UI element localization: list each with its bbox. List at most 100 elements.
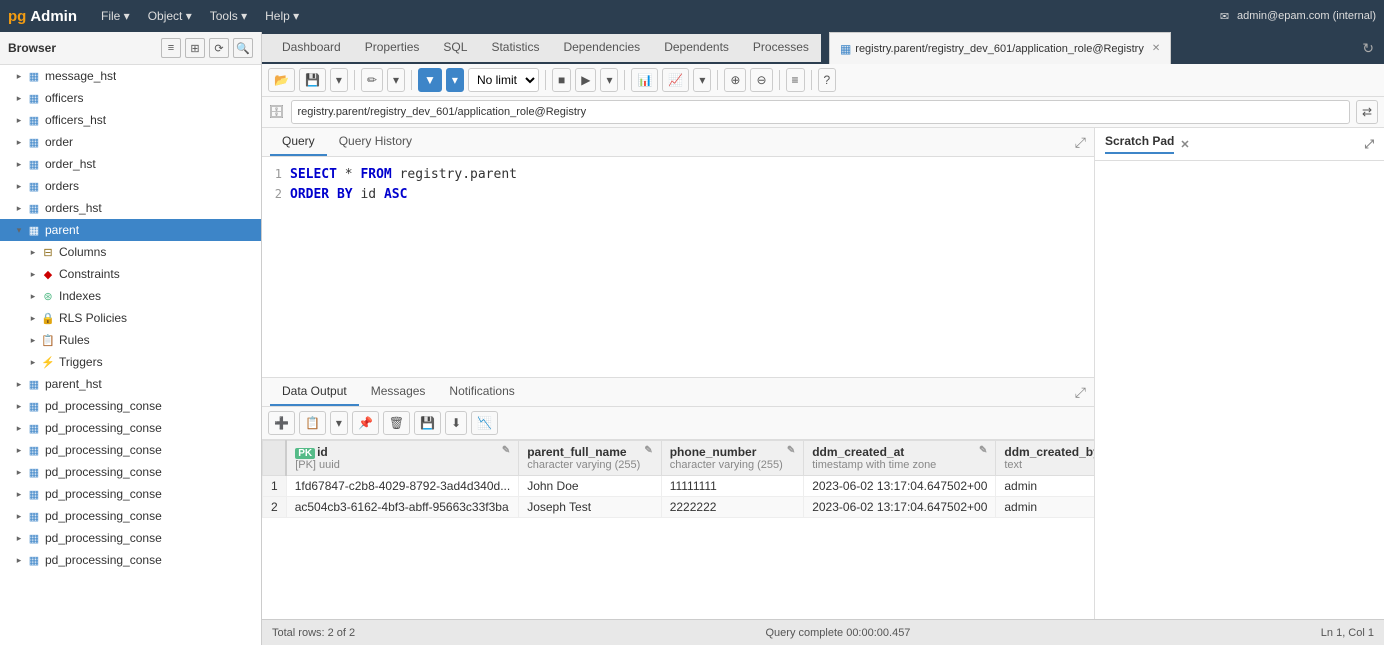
macros-btn[interactable]: ≡ — [786, 68, 805, 92]
tab-dependencies[interactable]: Dependencies — [551, 34, 652, 62]
tree-item-orders-hst[interactable]: ▦ orders_hst — [0, 197, 261, 219]
tab-processes[interactable]: Processes — [741, 34, 821, 62]
cell-dcb-1[interactable]: admin — [996, 476, 1094, 497]
scratch-pad-body[interactable] — [1095, 161, 1384, 619]
copy-dropdown-btn[interactable]: ▾ — [330, 411, 348, 435]
tree-item-pd1[interactable]: ▦ pd_processing_conse — [0, 395, 261, 417]
sidebar-search-btn[interactable]: 🔍 — [233, 38, 253, 58]
edit-icon-id[interactable]: ✎ — [502, 445, 510, 456]
query-tool-tab[interactable]: ▦ registry.parent/registry_dev_601/appli… — [829, 32, 1171, 64]
tab-dependents[interactable]: Dependents — [652, 34, 741, 62]
commit-btn[interactable]: ⊕ — [724, 68, 746, 92]
run-dropdown-btn[interactable]: ▾ — [600, 68, 618, 92]
tab-refresh-icon[interactable]: ↻ — [1362, 40, 1384, 57]
scratch-pad-close-btn[interactable]: ✕ — [1180, 138, 1189, 151]
tree-item-constraints[interactable]: ◆ Constraints — [0, 263, 261, 285]
menu-tools[interactable]: Tools ▾ — [202, 5, 255, 27]
cell-dca-2[interactable]: 2023-06-02 13:17:04.647502+00 — [804, 497, 996, 518]
scratch-pad-expand-btn[interactable]: ⤢ — [1364, 137, 1374, 152]
explain-dropdown-btn[interactable]: ▾ — [693, 68, 711, 92]
connection-switch-btn[interactable]: ⇄ — [1356, 100, 1378, 124]
query-tab-close[interactable]: ✕ — [1152, 43, 1160, 54]
menu-object[interactable]: Object ▾ — [140, 5, 200, 27]
user-info: ✉ admin@epam.com (internal) — [1220, 10, 1376, 23]
editor-expand-icon[interactable]: ⤢ — [1075, 134, 1086, 151]
cell-phone-1[interactable]: 11111111 — [661, 476, 804, 497]
tree-item-officers[interactable]: ▦ officers — [0, 87, 261, 109]
tree-item-columns[interactable]: ⊟ Columns — [0, 241, 261, 263]
tab-sql[interactable]: SQL — [431, 34, 479, 62]
paste-btn[interactable]: 📌 — [352, 411, 379, 435]
cell-pfn-1[interactable]: John Doe — [519, 476, 662, 497]
tree-arrow-indexes — [26, 289, 40, 303]
table-icon: ▦ — [26, 156, 42, 172]
results-expand-icon[interactable]: ⤢ — [1075, 384, 1086, 401]
delete-btn[interactable]: 🗑 — [383, 411, 410, 435]
chart-btn[interactable]: 📉 — [471, 411, 498, 435]
tree-item-officers-hst[interactable]: ▦ officers_hst — [0, 109, 261, 131]
edit-dropdown-btn[interactable]: ▾ — [387, 68, 405, 92]
limit-select[interactable]: No limit 10 50 100 500 — [468, 68, 539, 92]
tab-notifications[interactable]: Notifications — [437, 378, 526, 406]
rls-icon: 🔒 — [40, 310, 56, 326]
tab-dashboard[interactable]: Dashboard — [270, 34, 353, 62]
tree-item-orders[interactable]: ▦ orders — [0, 175, 261, 197]
tab-query-history[interactable]: Query History — [327, 128, 424, 156]
download-btn[interactable]: ⬇ — [445, 411, 467, 435]
cell-id-1[interactable]: 1fd67847-c2b8-4029-8792-3ad4d340d... — [286, 476, 519, 497]
cell-pfn-2[interactable]: Joseph Test — [519, 497, 662, 518]
tree-item-pd2[interactable]: ▦ pd_processing_conse — [0, 417, 261, 439]
edit-icon-pfn[interactable]: ✎ — [644, 445, 652, 456]
tab-messages[interactable]: Messages — [359, 378, 438, 406]
tree-item-message-hst[interactable]: ▦ message_hst — [0, 65, 261, 87]
tree-item-order[interactable]: ▦ order — [0, 131, 261, 153]
results-tabs: Data Output Messages Notifications ⤢ — [262, 378, 1094, 407]
cell-dca-1[interactable]: 2023-06-02 13:17:04.647502+00 — [804, 476, 996, 497]
rollback-btn[interactable]: ⊖ — [750, 68, 772, 92]
tree-item-pd5[interactable]: ▦ pd_processing_conse — [0, 483, 261, 505]
tab-properties[interactable]: Properties — [353, 34, 432, 62]
filter-btn[interactable]: ▼ — [418, 68, 442, 92]
sidebar-collapse-btn[interactable]: ≡ — [161, 38, 181, 58]
tree-item-pd3[interactable]: ▦ pd_processing_conse — [0, 439, 261, 461]
menu-file[interactable]: File ▾ — [93, 5, 138, 27]
explain-analyze-btn[interactable]: 📈 — [662, 68, 689, 92]
tree-item-parent-hst[interactable]: ▦ parent_hst — [0, 373, 261, 395]
tree-item-triggers[interactable]: ⚡ Triggers — [0, 351, 261, 373]
edit-btn[interactable]: ✏ — [361, 68, 383, 92]
tab-data-output[interactable]: Data Output — [270, 378, 359, 406]
tree-item-pd6[interactable]: ▦ pd_processing_conse — [0, 505, 261, 527]
tab-query[interactable]: Query — [270, 128, 327, 156]
filter-dropdown-btn[interactable]: ▾ — [446, 68, 464, 92]
tree-item-indexes[interactable]: ⊛ Indexes — [0, 285, 261, 307]
nav-tab-bar: Dashboard Properties SQL Statistics Depe… — [262, 34, 821, 62]
cell-dcb-2[interactable]: admin — [996, 497, 1094, 518]
tree-item-pd4[interactable]: ▦ pd_processing_conse — [0, 461, 261, 483]
tab-statistics[interactable]: Statistics — [479, 34, 551, 62]
save-data-btn[interactable]: 💾 — [414, 411, 441, 435]
add-row-btn[interactable]: ➕ — [268, 411, 295, 435]
explain-btn[interactable]: 📊 — [631, 68, 658, 92]
code-editor[interactable]: 1 SELECT * FROM registry.parent 2 ORDER … — [262, 157, 1094, 377]
tree-item-parent[interactable]: ▦ parent — [0, 219, 261, 241]
save-dropdown-btn[interactable]: ▾ — [330, 68, 348, 92]
sidebar-grid-btn[interactable]: ⊞ — [185, 38, 205, 58]
sidebar-refresh-btn[interactable]: ⟳ — [209, 38, 229, 58]
tree-item-pd7[interactable]: ▦ pd_processing_conse — [0, 527, 261, 549]
save-btn[interactable]: 💾 — [299, 68, 326, 92]
cell-id-2[interactable]: ac504cb3-6162-4bf3-abff-95663c33f3ba — [286, 497, 519, 518]
copy-btn[interactable]: 📋 — [299, 411, 326, 435]
tree-item-pd8[interactable]: ▦ pd_processing_conse — [0, 549, 261, 571]
triggers-icon: ⚡ — [40, 354, 56, 370]
tree-item-order-hst[interactable]: ▦ order_hst — [0, 153, 261, 175]
stop-btn[interactable]: ■ — [552, 68, 571, 92]
help-btn[interactable]: ? — [818, 68, 837, 92]
open-file-btn[interactable]: 📂 — [268, 68, 295, 92]
tree-item-rules[interactable]: 📋 Rules — [0, 329, 261, 351]
menu-help[interactable]: Help ▾ — [257, 5, 307, 27]
tree-item-rls[interactable]: 🔒 RLS Policies — [0, 307, 261, 329]
edit-icon-dca[interactable]: ✎ — [979, 445, 987, 456]
edit-icon-phone[interactable]: ✎ — [787, 445, 795, 456]
cell-phone-2[interactable]: 2222222 — [661, 497, 804, 518]
run-btn[interactable]: ▶ — [575, 68, 596, 92]
